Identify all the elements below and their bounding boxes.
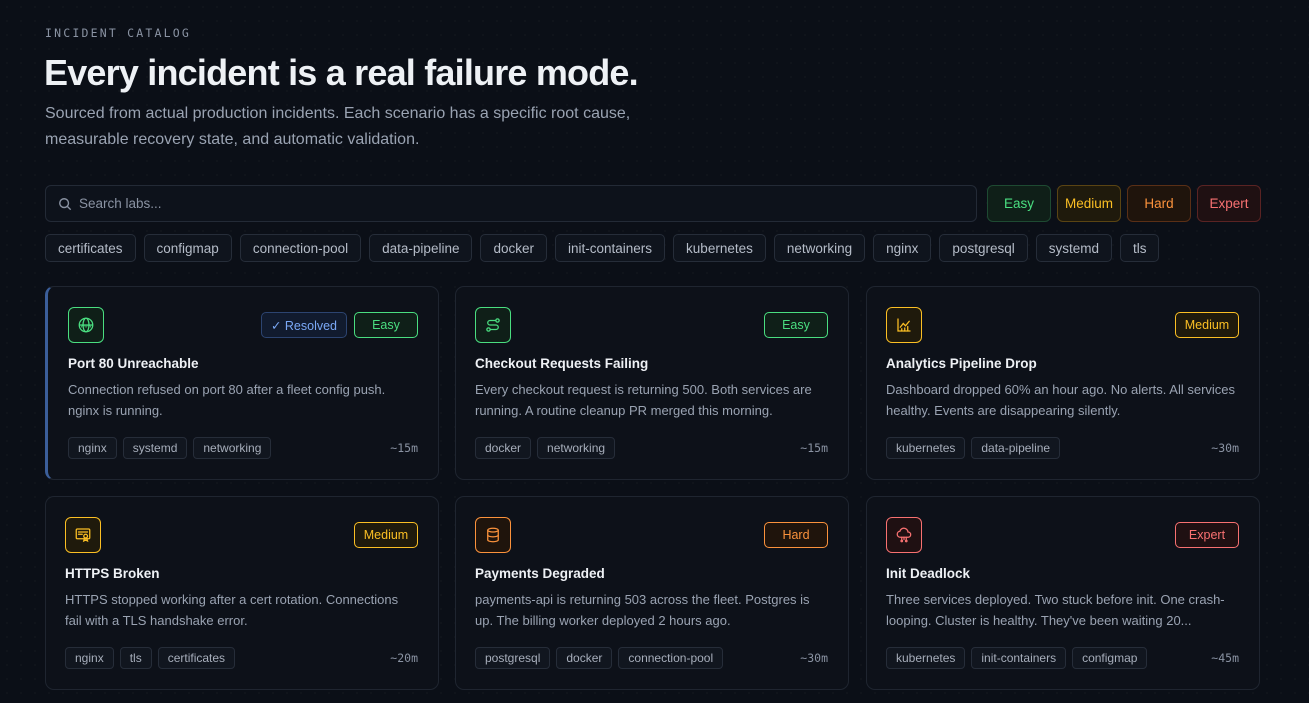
filter-hard-button[interactable]: Hard xyxy=(1127,185,1191,222)
card-title: Payments Degraded xyxy=(475,566,605,581)
card-tag: connection-pool xyxy=(618,647,724,669)
card-title: Port 80 Unreachable xyxy=(68,356,199,371)
card-tag: nginx xyxy=(68,437,117,459)
card-duration: ~15m xyxy=(800,441,828,455)
card-duration: ~30m xyxy=(800,651,828,665)
card-tags: kubernetes init-containers configmap xyxy=(886,647,1148,669)
card-description: Connection refused on port 80 after a fl… xyxy=(68,382,386,418)
card-badges: Medium xyxy=(354,522,418,548)
tag-filter-data-pipeline[interactable]: data-pipeline xyxy=(369,234,473,262)
difficulty-filters: Easy Medium Hard Expert xyxy=(987,185,1261,222)
card-icon-box: www xyxy=(68,307,104,343)
page-title: Every incident is a real failure mode. xyxy=(44,52,639,93)
card-icon-box xyxy=(886,307,922,343)
tag-filters: certificates configmap connection-pool d… xyxy=(45,234,1160,262)
card-description: payments-api is returning 503 across the… xyxy=(475,592,810,628)
card-title: Checkout Requests Failing xyxy=(475,356,649,371)
card-tag: init-containers xyxy=(971,647,1067,669)
lab-card-https-broken[interactable]: Medium HTTPS Broken HTTPS stopped workin… xyxy=(45,496,439,690)
difficulty-badge: Easy xyxy=(764,312,828,338)
lab-card-port-80-unreachable[interactable]: www ✓ Resolved Easy Port 80 Unreachable … xyxy=(45,286,439,480)
difficulty-badge: Hard xyxy=(764,522,828,548)
card-tag: kubernetes xyxy=(886,647,966,669)
cloud-network-icon xyxy=(896,527,912,543)
chart-icon xyxy=(897,318,911,332)
lab-card-analytics-pipeline-drop[interactable]: Medium Analytics Pipeline Drop Dashboard… xyxy=(866,286,1260,480)
card-tags: nginx systemd networking xyxy=(68,437,272,459)
card-title: Init Deadlock xyxy=(886,566,971,581)
card-badges: Expert xyxy=(1175,522,1239,548)
page-subtitle: Sourced from actual production incidents… xyxy=(45,105,631,148)
card-icon-box xyxy=(475,307,511,343)
difficulty-badge: Medium xyxy=(354,522,418,548)
tag-filter-tls[interactable]: tls xyxy=(1119,234,1160,262)
card-icon-box xyxy=(886,517,922,553)
search-icon xyxy=(59,197,72,210)
card-badges: Hard xyxy=(764,522,828,548)
card-icon-box xyxy=(475,517,511,553)
lab-card-payments-degraded[interactable]: Hard Payments Degraded payments-api is r… xyxy=(455,496,849,690)
tag-filter-nginx[interactable]: nginx xyxy=(873,234,932,262)
card-description: Dashboard dropped 60% an hour ago. No al… xyxy=(886,382,1236,418)
card-title: HTTPS Broken xyxy=(65,566,160,581)
certificate-icon xyxy=(75,528,91,543)
card-tag: docker xyxy=(556,647,613,669)
route-icon xyxy=(486,318,500,332)
filter-medium-button[interactable]: Medium xyxy=(1057,185,1121,222)
difficulty-badge: Expert xyxy=(1175,522,1239,548)
card-duration: ~45m xyxy=(1211,651,1239,665)
lab-card-checkout-requests-failing[interactable]: Easy Checkout Requests Failing Every che… xyxy=(455,286,849,480)
card-tag: data-pipeline xyxy=(971,437,1061,459)
card-duration: ~30m xyxy=(1211,441,1239,455)
globe-icon: www xyxy=(78,317,94,333)
card-tags: kubernetes data-pipeline xyxy=(886,437,1061,459)
tag-filter-networking[interactable]: networking xyxy=(773,234,866,262)
difficulty-badge: Medium xyxy=(1175,312,1239,338)
resolved-badge: ✓ Resolved xyxy=(260,312,347,338)
tag-filter-configmap[interactable]: configmap xyxy=(143,234,232,262)
card-description: HTTPS stopped working after a cert rotat… xyxy=(65,592,399,628)
tag-filter-postgresql[interactable]: postgresql xyxy=(939,234,1028,262)
card-badges: Easy xyxy=(764,312,828,338)
card-tag: configmap xyxy=(1072,647,1148,669)
database-icon xyxy=(487,527,499,543)
tag-filter-kubernetes[interactable]: kubernetes xyxy=(673,234,766,262)
svg-text:www: www xyxy=(80,324,91,329)
difficulty-badge: Easy xyxy=(354,312,418,338)
card-tag: networking xyxy=(537,437,616,459)
card-duration: ~15m xyxy=(390,441,418,455)
card-tag: systemd xyxy=(122,437,188,459)
search-box xyxy=(45,185,977,222)
eyebrow-label: INCIDENT CATALOG xyxy=(45,26,191,40)
card-duration: ~20m xyxy=(390,651,418,665)
card-tags: docker networking xyxy=(475,437,616,459)
card-description: Every checkout request is returning 500.… xyxy=(475,382,812,418)
card-description: Three services deployed. Two stuck befor… xyxy=(886,592,1225,628)
card-tag: nginx xyxy=(65,647,114,669)
card-tags: nginx tls certificates xyxy=(65,647,236,669)
lab-card-init-deadlock[interactable]: Expert Init Deadlock Three services depl… xyxy=(866,496,1260,690)
tag-filter-connection-pool[interactable]: connection-pool xyxy=(239,234,362,262)
card-tag: tls xyxy=(119,647,152,669)
search-input[interactable] xyxy=(79,196,959,211)
card-tag: kubernetes xyxy=(886,437,966,459)
tag-filter-init-containers[interactable]: init-containers xyxy=(555,234,666,262)
card-tag: certificates xyxy=(157,647,236,669)
card-tag: postgresql xyxy=(475,647,551,669)
card-tag: docker xyxy=(475,437,532,459)
card-badges: Medium xyxy=(1175,312,1239,338)
tag-filter-docker[interactable]: docker xyxy=(480,234,547,262)
filter-easy-button[interactable]: Easy xyxy=(987,185,1051,222)
card-title: Analytics Pipeline Drop xyxy=(886,356,1037,371)
tag-filter-systemd[interactable]: systemd xyxy=(1035,234,1112,262)
card-icon-box xyxy=(65,517,101,553)
card-tag: networking xyxy=(193,437,272,459)
filter-expert-button[interactable]: Expert xyxy=(1197,185,1261,222)
tag-filter-certificates[interactable]: certificates xyxy=(45,234,136,262)
card-tags: postgresql docker connection-pool xyxy=(475,647,724,669)
card-badges: ✓ Resolved Easy xyxy=(260,312,418,338)
